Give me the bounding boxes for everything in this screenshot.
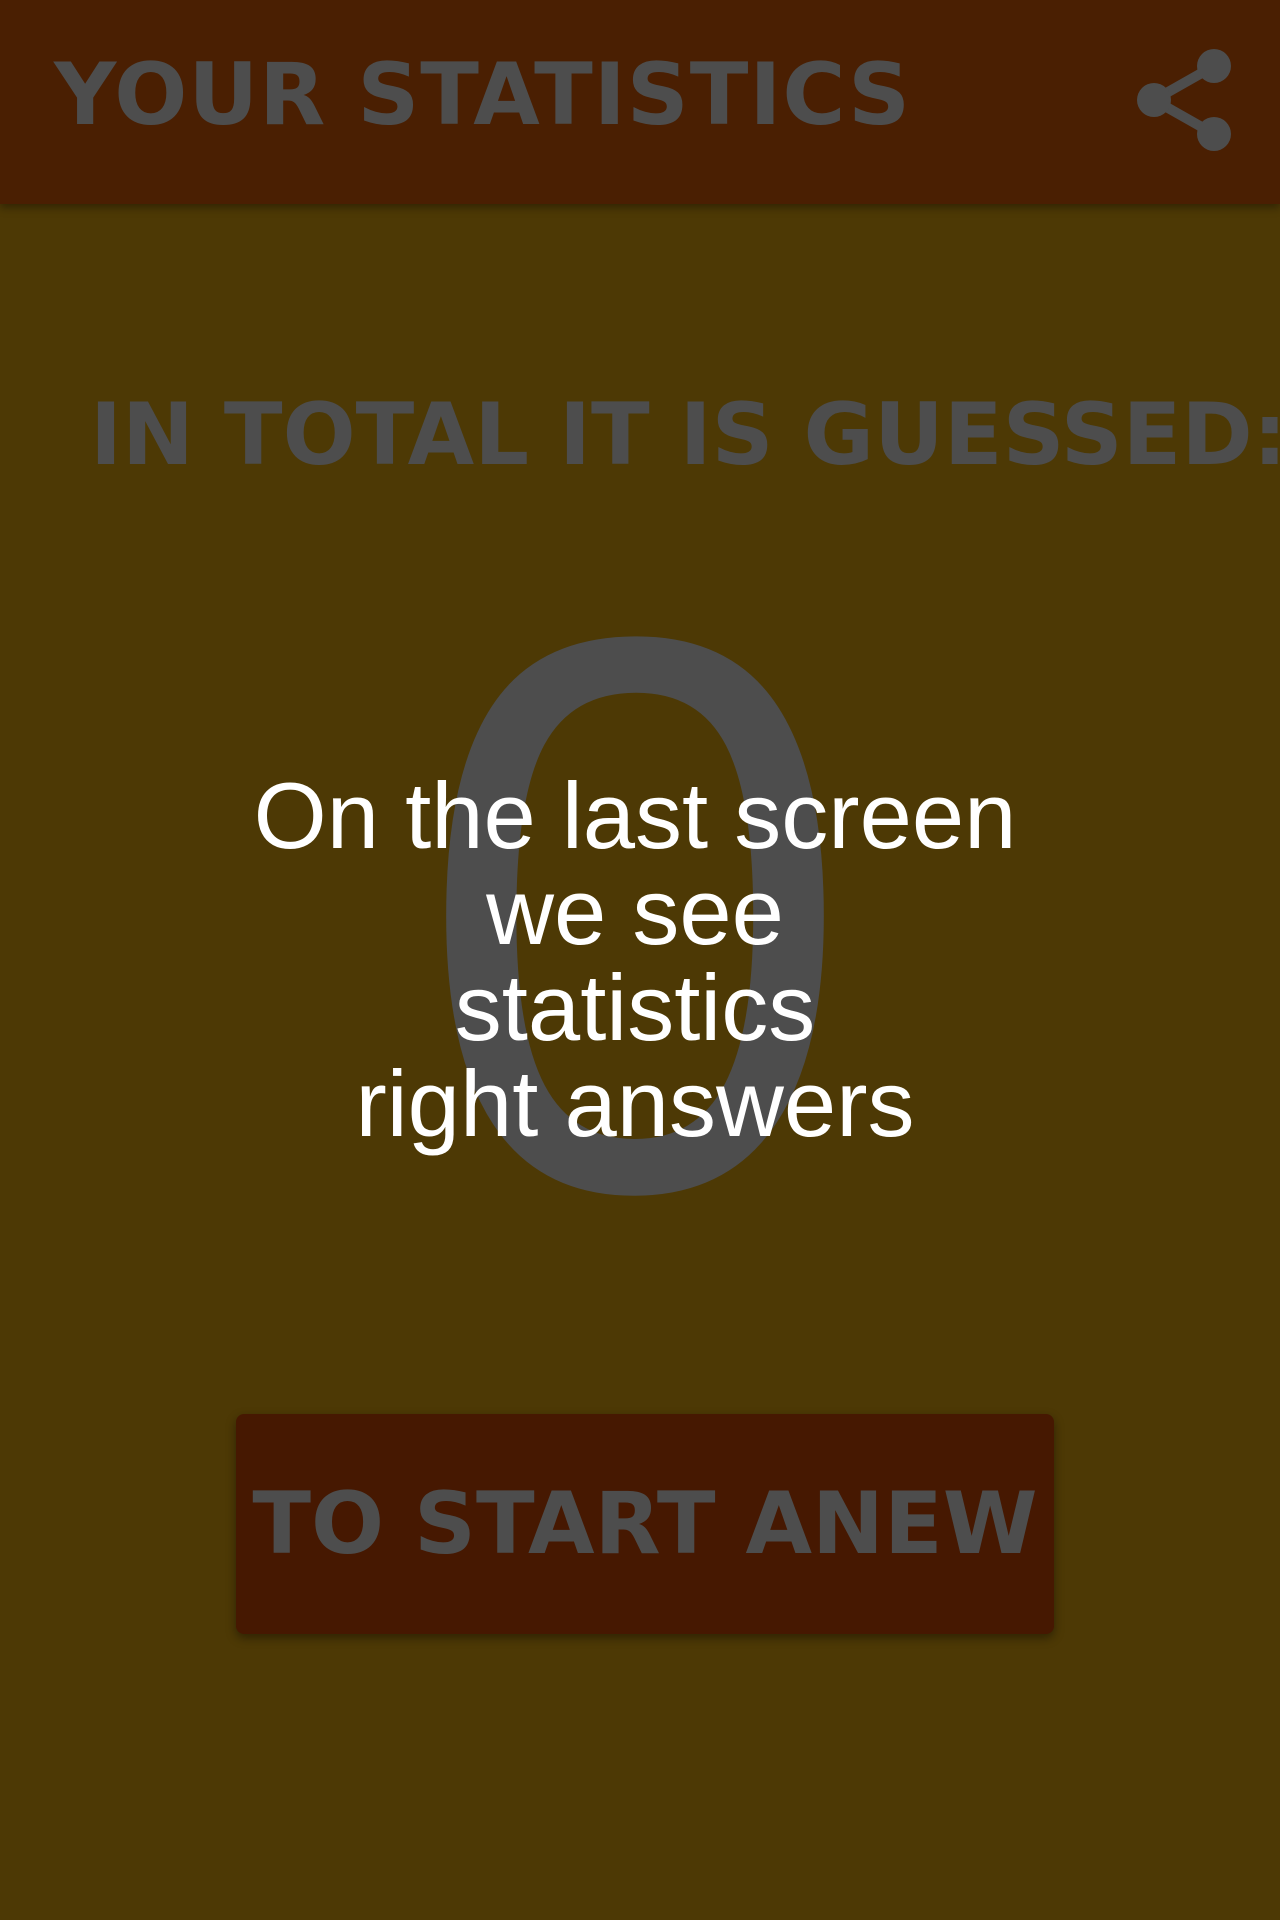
app-title: YOUR STATISTICS — [54, 45, 912, 145]
overlay-line: right answers — [355, 1051, 915, 1156]
start-anew-label: TO START ANEW — [252, 1474, 1038, 1574]
share-button[interactable] — [1128, 40, 1238, 160]
statistics-screen: YOUR STATISTICS IN TOTAL IT IS GUESSED: … — [0, 0, 1280, 1920]
overlay-line: On the last screen — [253, 763, 1017, 868]
overlay-line: statistics — [454, 955, 816, 1060]
share-icon — [1137, 49, 1231, 151]
tutorial-overlay-text: On the last screen we see statistics rig… — [0, 768, 1270, 1152]
start-anew-button[interactable]: TO START ANEW — [236, 1414, 1054, 1634]
overlay-line: we see — [486, 859, 784, 964]
app-bar: YOUR STATISTICS — [0, 0, 1280, 204]
total-guessed-label: IN TOTAL IT IS GUESSED: — [90, 385, 1280, 485]
